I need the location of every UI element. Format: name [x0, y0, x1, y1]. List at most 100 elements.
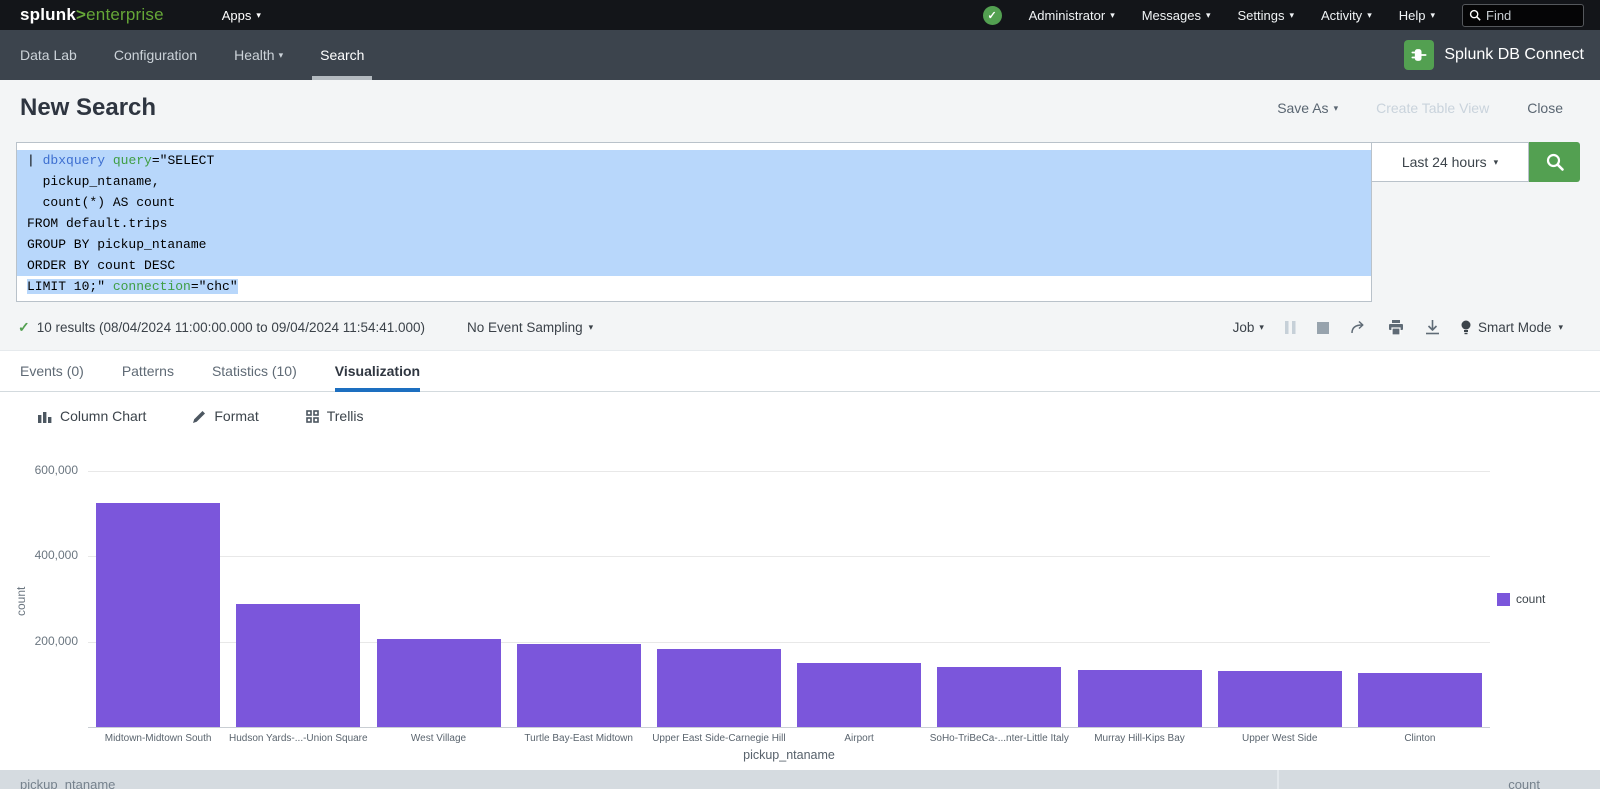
chart-bar[interactable] [517, 644, 641, 727]
nav-item-search[interactable]: Search [320, 30, 364, 80]
page-title: New Search [20, 94, 156, 122]
event-sampling-menu[interactable]: No Event Sampling ▾ [467, 320, 593, 335]
tab-visualization[interactable]: Visualization [335, 351, 420, 391]
chart-bar[interactable] [377, 639, 501, 727]
page-header: New Search Save As▾ Create Table View Clos… [0, 80, 1600, 136]
apps-menu[interactable]: Apps ▾ [222, 8, 261, 23]
x-tick-label: Upper West Side [1210, 733, 1350, 744]
column-chart-icon [38, 410, 52, 423]
chart-bar[interactable] [1078, 670, 1202, 727]
menu-help[interactable]: Help▾ [1399, 8, 1435, 23]
chart-bar[interactable] [937, 667, 1061, 727]
menu-messages[interactable]: Messages▾ [1142, 8, 1211, 23]
smart-mode-menu[interactable]: Smart Mode ▾ [1461, 320, 1563, 335]
caret-down-icon: ▾ [1289, 10, 1294, 21]
nav-item-data-lab[interactable]: Data Lab [20, 30, 77, 80]
y-axis-title: count [14, 587, 28, 616]
query-line: ORDER BY count DESC [17, 255, 1371, 276]
job-menu[interactable]: Job ▾ [1233, 320, 1264, 335]
create-table-view-button: Create Table View [1376, 100, 1489, 116]
statistics-table-header: pickup_ntaname count [0, 770, 1600, 789]
x-axis-line [88, 727, 1490, 728]
logo-brand: splunk [20, 5, 76, 24]
menu-activity[interactable]: Activity▾ [1321, 8, 1372, 23]
caret-down-icon: ▾ [1367, 10, 1372, 21]
export-icon[interactable] [1425, 320, 1440, 335]
menu-settings[interactable]: Settings▾ [1238, 8, 1295, 23]
y-tick-label: 200,000 [0, 634, 78, 648]
caret-down-icon: ▾ [1558, 322, 1563, 333]
share-icon[interactable] [1350, 320, 1367, 335]
find-box[interactable] [1462, 4, 1584, 27]
logo-product: enterprise [86, 5, 164, 24]
query-line: | dbxquery query="SELECT [17, 150, 1371, 171]
x-tick-label: West Village [368, 733, 508, 744]
chart-bar[interactable] [657, 649, 781, 727]
x-tick-label: Hudson Yards-...-Union Square [228, 733, 368, 744]
x-tick-label: SoHo-TriBeCa-...nter-Little Italy [929, 733, 1069, 744]
nav-item-configuration[interactable]: Configuration [114, 30, 197, 80]
chart-bar[interactable] [1218, 671, 1342, 727]
query-row: | dbxquery query="SELECT pickup_ntaname,… [16, 142, 1580, 302]
status-check-icon[interactable]: ✓ [983, 6, 1002, 25]
query-line: GROUP BY pickup_ntaname [17, 234, 1371, 255]
caret-down-icon: ▾ [1334, 103, 1339, 114]
query-line: LIMIT 10;" connection="chc" [17, 276, 1371, 297]
caret-down-icon: ▾ [1110, 10, 1115, 21]
chart-bar[interactable] [1358, 673, 1482, 727]
results-check-icon: ✓ [18, 319, 30, 336]
column-chart: 200,000400,000600,000Midtown-Midtown Sou… [0, 440, 1600, 770]
viz-toolbar: Column Chart Format Trellis [0, 392, 1600, 440]
app-title: Splunk DB Connect [1444, 46, 1584, 64]
caret-down-icon: ▾ [279, 50, 284, 61]
pause-icon[interactable] [1285, 321, 1296, 334]
table-column-header[interactable]: pickup_ntaname [20, 777, 115, 789]
caret-down-icon: ▾ [1430, 10, 1435, 21]
nav-item-health[interactable]: Health▾ [234, 30, 283, 80]
x-tick-label: Midtown-Midtown South [88, 733, 228, 744]
results-summary: 10 results (08/04/2024 11:00:00.000 to 0… [37, 320, 425, 335]
search-button[interactable] [1529, 142, 1580, 182]
print-icon[interactable] [1388, 320, 1404, 335]
chart-bar[interactable] [96, 503, 220, 727]
chart-type-button[interactable]: Column Chart [38, 408, 146, 424]
format-button[interactable]: Format [193, 408, 258, 424]
search-query-input[interactable]: | dbxquery query="SELECT pickup_ntaname,… [16, 142, 1372, 302]
apps-label: Apps [222, 8, 252, 23]
time-range-picker[interactable]: Last 24 hours ▾ [1372, 142, 1529, 182]
x-tick-label: Clinton [1350, 733, 1490, 744]
x-tick-label: Upper East Side-Carnegie Hill [649, 733, 789, 744]
save-as-button[interactable]: Save As▾ [1277, 100, 1338, 116]
find-input[interactable] [1486, 8, 1574, 23]
db-connect-icon [1404, 40, 1434, 70]
menu-administrator[interactable]: Administrator▾ [1029, 8, 1115, 23]
chart-bar[interactable] [236, 604, 360, 727]
pencil-icon [193, 410, 206, 423]
tab-patterns[interactable]: Patterns [122, 351, 174, 391]
tab-events-0[interactable]: Events (0) [20, 351, 84, 391]
trellis-icon [306, 410, 319, 423]
trellis-button[interactable]: Trellis [306, 408, 364, 424]
tab-statistics-10[interactable]: Statistics (10) [212, 351, 297, 391]
header-actions: Save As▾ Create Table View Close [1277, 100, 1563, 116]
x-tick-label: Murray Hill-Kips Bay [1069, 733, 1209, 744]
y-tick-label: 400,000 [0, 548, 78, 562]
splunk-logo[interactable]: splunk>enterprise [20, 5, 164, 25]
app-logo[interactable]: Splunk DB Connect [1404, 30, 1584, 80]
magnifier-icon [1545, 152, 1565, 172]
time-range-label: Last 24 hours [1402, 154, 1487, 170]
topbar-menus: Administrator▾ Messages▾ Settings▾ Activity… [1029, 8, 1435, 23]
stop-icon[interactable] [1317, 322, 1329, 334]
page: splunk>enterprise Apps ▾ ✓ Administrator… [0, 0, 1600, 789]
search-icon [1469, 9, 1481, 21]
x-axis-title: pickup_ntaname [88, 748, 1490, 762]
caret-down-icon: ▾ [1259, 322, 1264, 333]
logo-angle: > [76, 5, 86, 24]
close-button[interactable]: Close [1527, 100, 1563, 116]
table-column-header[interactable]: count [1280, 777, 1540, 789]
job-controls: Job ▾ Smart Mode ▾ [1233, 320, 1563, 335]
chart-bar[interactable] [797, 663, 921, 727]
top-bar: splunk>enterprise Apps ▾ ✓ Administrator… [0, 0, 1600, 30]
legend-label[interactable]: count [1516, 592, 1545, 606]
query-selection: LIMIT 10;" connection="chc" [27, 279, 238, 294]
